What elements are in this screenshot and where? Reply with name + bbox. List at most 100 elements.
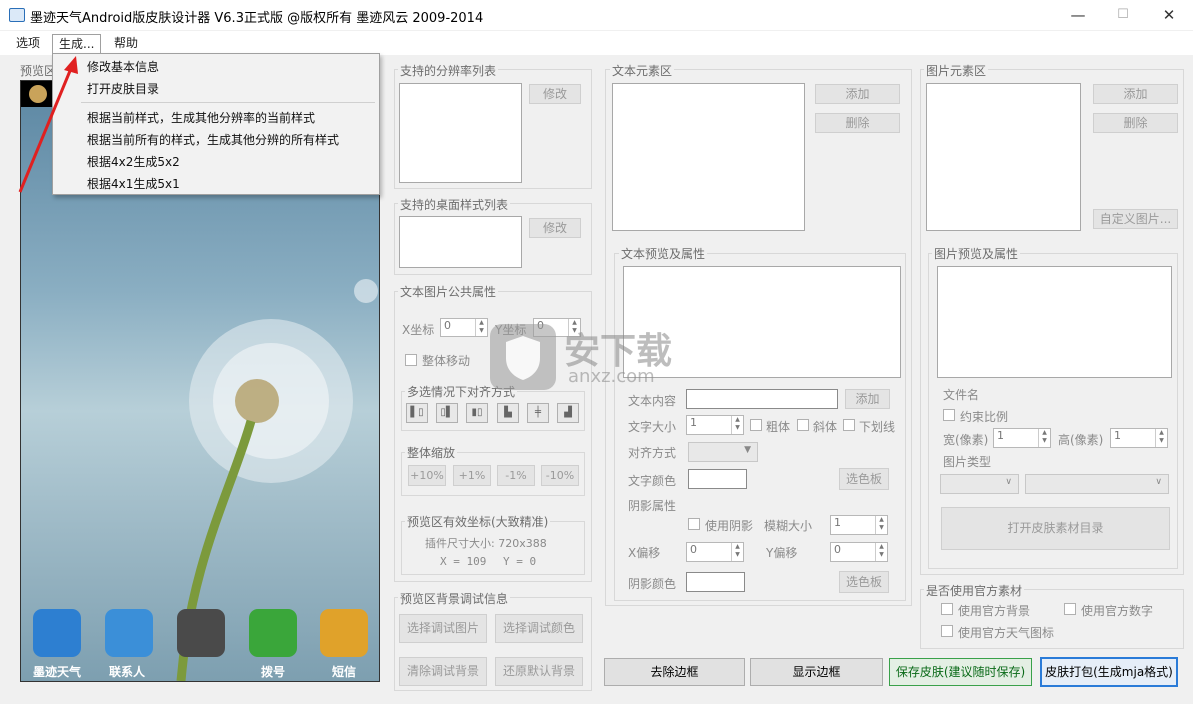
coords-label: 预览区有效坐标(大致精准) bbox=[405, 513, 551, 530]
menu-item-gen-all[interactable]: 根据当前所有的样式，生成其他分辨的所有样式 bbox=[87, 131, 339, 148]
use-shadow-checkbox[interactable] bbox=[688, 518, 700, 530]
window-title: 墨迹天气Android版皮肤设计器 V6.3正式版 @版权所有 墨迹风云 200… bbox=[30, 11, 484, 26]
annotation-arrow-icon bbox=[18, 56, 78, 193]
text-element-list[interactable] bbox=[612, 83, 805, 231]
zoom-minus10-button[interactable]: -10% bbox=[541, 465, 579, 486]
shield-icon bbox=[490, 324, 556, 390]
x-coord-label: X坐标 bbox=[402, 323, 435, 337]
menu-item-4x2-5x2[interactable]: 根据4x2生成5x2 bbox=[87, 153, 180, 170]
text-color-swatch[interactable] bbox=[688, 469, 747, 489]
dock-icon-moji bbox=[33, 609, 81, 657]
bold-checkbox[interactable] bbox=[750, 419, 762, 431]
italic-label: 斜体 bbox=[813, 420, 838, 434]
text-color-palette-button[interactable]: 选色板 bbox=[839, 468, 889, 490]
maximize-button[interactable]: ☐ bbox=[1100, 0, 1146, 30]
align-hcenter-button[interactable]: ▯▌ bbox=[436, 403, 458, 423]
resolution-list[interactable] bbox=[399, 83, 522, 183]
official-material-label: 是否使用官方素材 bbox=[924, 582, 1025, 599]
image-props-label: 图片预览及属性 bbox=[932, 245, 1021, 262]
text-size-spin[interactable]: 1 ▲ ▼ bbox=[686, 415, 744, 435]
common-props-label: 文本图片公共属性 bbox=[398, 283, 499, 300]
text-content-label: 文本内容 bbox=[628, 394, 677, 408]
minimize-button[interactable]: — bbox=[1055, 0, 1101, 30]
height-spin[interactable]: 1 ▲ ▼ bbox=[1110, 428, 1168, 448]
dock-label-contacts: 联系人 bbox=[109, 665, 146, 679]
image-preview-box bbox=[937, 266, 1172, 378]
image-add-button[interactable]: 添加 bbox=[1093, 84, 1178, 104]
y-readout: Y = 0 bbox=[503, 555, 537, 568]
image-element-list[interactable] bbox=[926, 83, 1081, 231]
align-bottom-button[interactable]: ▮▯ bbox=[466, 403, 488, 423]
x-readout: X = 109 bbox=[440, 555, 487, 568]
width-label: 宽(像素) bbox=[943, 433, 989, 447]
move-all-checkbox[interactable] bbox=[405, 354, 417, 366]
text-delete-button[interactable]: 删除 bbox=[815, 113, 900, 133]
desktop-style-edit-button[interactable]: 修改 bbox=[529, 218, 581, 238]
official-digits-checkbox[interactable] bbox=[1064, 603, 1076, 615]
official-icons-label: 使用官方天气图标 bbox=[958, 626, 1055, 640]
zoom-plus1-button[interactable]: +1% bbox=[453, 465, 491, 486]
restore-default-bg-button[interactable]: 还原默认背景 bbox=[495, 657, 583, 686]
y-offset-spin[interactable]: 0 ▲ ▼ bbox=[830, 542, 888, 562]
show-border-button[interactable]: 显示边框 bbox=[750, 658, 883, 686]
desktop-style-label: 支持的桌面样式列表 bbox=[398, 196, 511, 213]
image-delete-button[interactable]: 删除 bbox=[1093, 113, 1178, 133]
zoom-plus10-button[interactable]: +10% bbox=[408, 465, 446, 486]
text-add-button[interactable]: 添加 bbox=[815, 84, 900, 104]
select-debug-color-button[interactable]: 选择调试颜色 bbox=[495, 614, 583, 643]
pack-skin-button[interactable]: 皮肤打包(生成mja格式) bbox=[1040, 657, 1178, 687]
align-mode-select[interactable]: ▼ bbox=[688, 442, 758, 462]
select-debug-image-button[interactable]: 选择调试图片 bbox=[399, 614, 487, 643]
bg-debug-label: 预览区背景调试信息 bbox=[398, 590, 511, 607]
dock-icon-sms bbox=[320, 609, 368, 657]
y-offset-label: Y偏移 bbox=[766, 546, 798, 560]
x-offset-spin[interactable]: 0 ▲ ▼ bbox=[686, 542, 744, 562]
shadow-color-swatch[interactable] bbox=[686, 572, 745, 592]
align-left-button[interactable]: ▌▯ bbox=[406, 403, 428, 423]
remove-border-button[interactable]: 去除边框 bbox=[604, 658, 745, 686]
underline-label: 下划线 bbox=[859, 420, 896, 434]
clear-debug-bg-button[interactable]: 清除调试背景 bbox=[399, 657, 487, 686]
shadow-color-label: 阴影颜色 bbox=[628, 577, 677, 591]
custom-image-button[interactable]: 自定义图片... bbox=[1093, 209, 1178, 229]
align-right-button[interactable]: ▟ bbox=[557, 403, 579, 423]
open-material-dir-button[interactable]: 打开皮肤素材目录 bbox=[941, 507, 1170, 550]
width-spin[interactable]: 1 ▲ ▼ bbox=[993, 428, 1051, 448]
menu-options[interactable]: 选项 bbox=[10, 34, 46, 54]
x-coord-spin[interactable]: 0 ▲ ▼ bbox=[440, 318, 488, 337]
generate-dropdown: 修改基本信息 打开皮肤目录 根据当前样式，生成其他分辨率的当前样式 根据当前所有… bbox=[52, 53, 380, 195]
use-shadow-label: 使用阴影 bbox=[705, 519, 754, 533]
menu-generate[interactable]: 生成... bbox=[52, 34, 102, 54]
text-content-add-button[interactable]: 添加 bbox=[845, 389, 890, 409]
official-bg-checkbox[interactable] bbox=[941, 603, 953, 615]
align-vcenter-button[interactable]: ╪ bbox=[527, 403, 549, 423]
align-mode-label: 对齐方式 bbox=[628, 446, 677, 460]
filename-label: 文件名 bbox=[943, 388, 980, 402]
menu-help[interactable]: 帮助 bbox=[108, 34, 144, 54]
app-icon bbox=[9, 8, 25, 22]
dock-label-phone: 拨号 bbox=[261, 665, 286, 679]
dock-label-sms: 短信 bbox=[332, 665, 357, 679]
official-icons-checkbox[interactable] bbox=[941, 625, 953, 637]
image-subtype-select[interactable]: ∨ bbox=[1025, 474, 1169, 494]
save-skin-button[interactable]: 保存皮肤(建议随时保存) bbox=[889, 658, 1032, 686]
move-all-label: 整体移动 bbox=[422, 354, 471, 368]
resolution-group-label: 支持的分辨率列表 bbox=[398, 62, 499, 79]
image-type-select[interactable]: ∨ bbox=[940, 474, 1019, 494]
keep-ratio-checkbox[interactable] bbox=[943, 409, 955, 421]
menu-item-open-dir[interactable]: 打开皮肤目录 bbox=[87, 80, 159, 97]
close-button[interactable]: ✕ bbox=[1146, 0, 1192, 30]
blur-spin[interactable]: 1 ▲ ▼ bbox=[830, 515, 888, 535]
menu-item-edit-info[interactable]: 修改基本信息 bbox=[87, 58, 159, 75]
menu-item-4x1-5x1[interactable]: 根据4x1生成5x1 bbox=[87, 175, 180, 192]
align-top-button[interactable]: ▙ bbox=[497, 403, 519, 423]
menu-item-gen-current[interactable]: 根据当前样式，生成其他分辨率的当前样式 bbox=[87, 109, 315, 126]
resolution-edit-button[interactable]: 修改 bbox=[529, 84, 581, 104]
underline-checkbox[interactable] bbox=[843, 419, 855, 431]
text-content-input[interactable] bbox=[686, 389, 838, 409]
desktop-style-list[interactable] bbox=[399, 216, 522, 268]
italic-checkbox[interactable] bbox=[797, 419, 809, 431]
zoom-minus1-button[interactable]: -1% bbox=[497, 465, 535, 486]
shadow-color-palette-button[interactable]: 选色板 bbox=[839, 571, 889, 593]
height-label: 高(像素) bbox=[1058, 433, 1104, 447]
